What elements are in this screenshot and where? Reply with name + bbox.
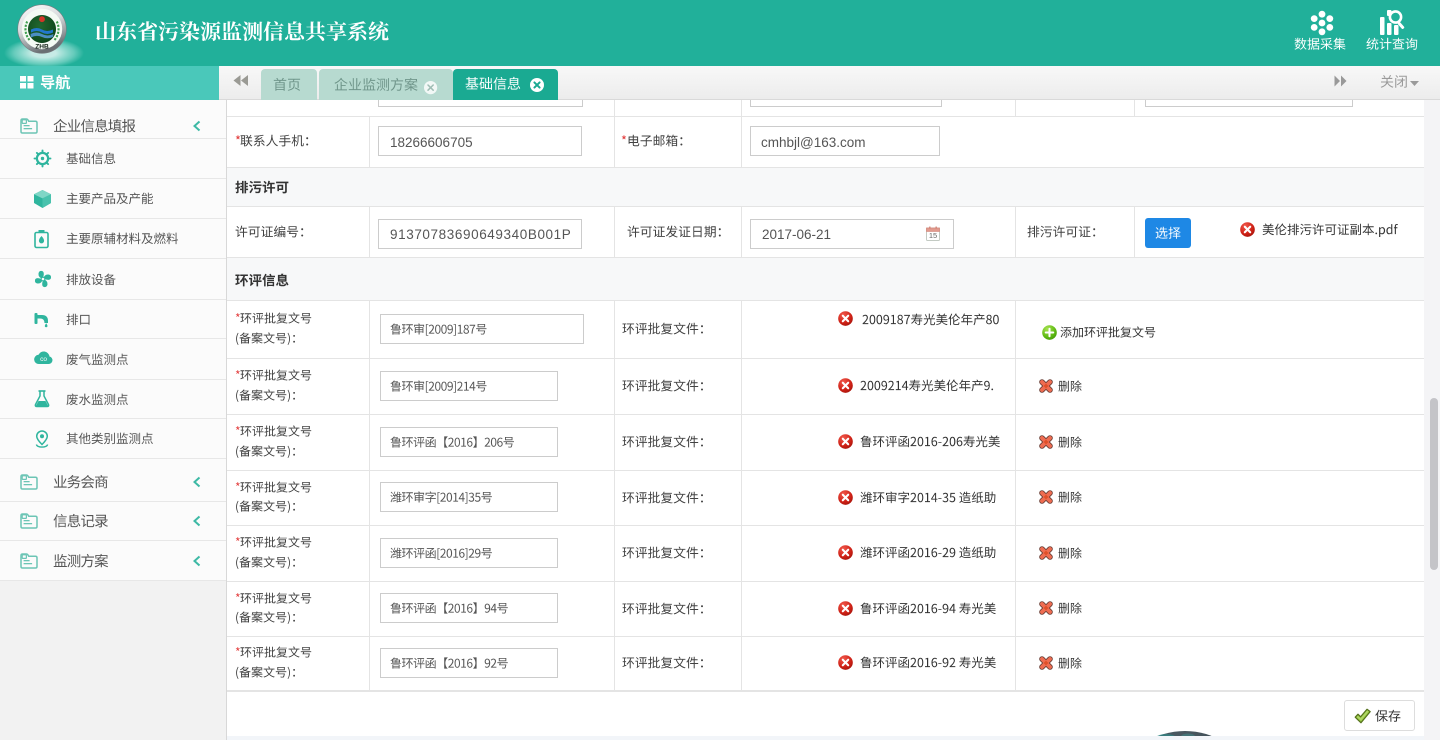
svg-text:ZHB: ZHB [35, 44, 49, 51]
svg-text:co: co [40, 356, 47, 363]
svg-text:15: 15 [928, 231, 936, 240]
